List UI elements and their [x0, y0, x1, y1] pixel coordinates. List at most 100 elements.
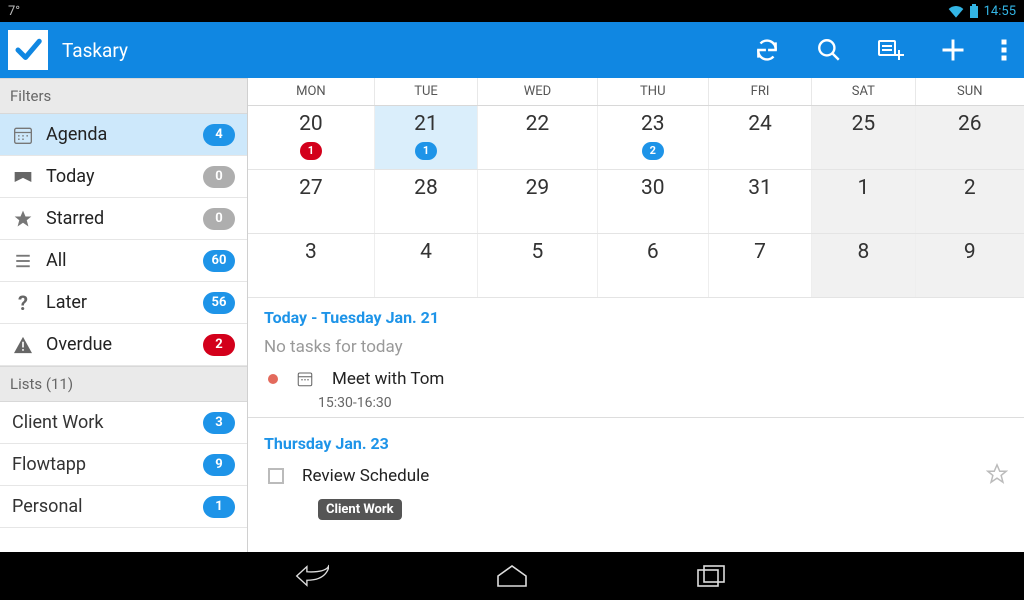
sidebar-filter-agenda[interactable]: Agenda4 — [0, 114, 247, 156]
sidebar-filter-later[interactable]: ?Later56 — [0, 282, 247, 324]
calendar-day-cell[interactable]: 31 — [708, 170, 811, 234]
filter-label: All — [46, 250, 191, 271]
task-tag: Client Work — [318, 499, 402, 520]
sync-button[interactable] — [736, 22, 798, 78]
app-action-bar: Taskary — [0, 22, 1024, 78]
list-count-badge: 3 — [203, 412, 235, 434]
calendar-day-header: FRI — [708, 78, 811, 106]
calendar-day-cell[interactable]: 1 — [812, 170, 915, 234]
back-icon — [295, 563, 329, 589]
calendar-small-icon — [296, 370, 314, 388]
recents-button[interactable] — [682, 556, 742, 596]
calendar-day-header: WED — [478, 78, 598, 106]
sidebar-filter-today[interactable]: Today0 — [0, 156, 247, 198]
day-number: 1 — [812, 176, 914, 200]
overflow-menu-button[interactable] — [984, 22, 1024, 78]
task-time: 15:30-16:30 — [248, 395, 1024, 411]
agenda-section-header: Today - Tuesday Jan. 21 — [248, 298, 1024, 331]
calendar-day-cell[interactable]: 26 — [915, 106, 1024, 170]
day-number: 25 — [812, 112, 914, 136]
day-number: 6 — [598, 240, 708, 264]
filter-count-badge: 60 — [203, 250, 235, 272]
app-logo[interactable] — [0, 22, 56, 78]
calendar-day-cell[interactable]: 28 — [374, 170, 477, 234]
star-icon[interactable] — [986, 463, 1008, 489]
all-icon — [12, 252, 34, 270]
sidebar-filter-starred[interactable]: Starred0 — [0, 198, 247, 240]
day-number: 2 — [916, 176, 1024, 200]
sidebar-list-item[interactable]: Client Work 3 — [0, 402, 247, 444]
day-number: 20 — [248, 112, 374, 136]
day-task-badge: 2 — [642, 142, 664, 160]
plus-icon — [939, 36, 967, 64]
calendar-day-cell[interactable]: 211 — [374, 106, 477, 170]
day-task-badge: 1 — [415, 142, 437, 160]
task-row[interactable]: Meet with Tom — [248, 363, 1024, 395]
calendar-day-cell[interactable]: 24 — [708, 106, 811, 170]
task-row[interactable]: Review Schedule — [248, 457, 1024, 495]
overdue-icon — [12, 336, 34, 354]
back-button[interactable] — [282, 556, 342, 596]
calendar-day-cell[interactable]: 25 — [812, 106, 915, 170]
day-number: 21 — [375, 112, 477, 136]
day-number: 5 — [478, 240, 597, 264]
list-count-badge: 1 — [203, 496, 235, 518]
task-checkbox[interactable] — [268, 468, 284, 484]
filter-count-badge: 0 — [203, 208, 235, 230]
list-add-icon — [877, 37, 905, 63]
day-number: 9 — [916, 240, 1024, 264]
calendar-day-header: THU — [597, 78, 708, 106]
add-button[interactable] — [922, 22, 984, 78]
filter-label: Overdue — [46, 334, 191, 355]
calendar-day-header: MON — [248, 78, 374, 106]
calendar-day-cell[interactable]: 7 — [708, 234, 811, 298]
filter-label: Today — [46, 166, 191, 187]
android-nav-bar — [0, 552, 1024, 600]
calendar-day-cell[interactable]: 30 — [597, 170, 708, 234]
day-number: 7 — [709, 240, 811, 264]
calendar-day-cell[interactable]: 8 — [812, 234, 915, 298]
filter-count-badge: 2 — [203, 334, 235, 356]
sidebar-list-item[interactable]: Personal1 — [0, 486, 247, 528]
main-content: MONTUEWEDTHUFRISATSUN 201211222322425262… — [248, 78, 1024, 552]
filter-label: Agenda — [46, 124, 191, 145]
search-button[interactable] — [798, 22, 860, 78]
sync-icon — [754, 37, 780, 63]
sidebar-list-item[interactable]: Flowtapp9 — [0, 444, 247, 486]
task-title: Review Schedule — [302, 466, 429, 486]
day-number: 30 — [598, 176, 708, 200]
calendar-day-cell[interactable]: 3 — [248, 234, 374, 298]
calendar-day-header: SUN — [915, 78, 1024, 106]
app-title: Taskary — [62, 39, 128, 62]
calendar-day-cell[interactable]: 201 — [248, 106, 374, 170]
new-list-button[interactable] — [860, 22, 922, 78]
calendar-day-cell[interactable]: 5 — [478, 234, 598, 298]
day-number: 31 — [709, 176, 811, 200]
calendar-day-cell[interactable]: 27 — [248, 170, 374, 234]
starred-icon — [12, 209, 34, 229]
later-icon: ? — [12, 291, 34, 315]
calendar-day-cell[interactable]: 232 — [597, 106, 708, 170]
calendar-grid: MONTUEWEDTHUFRISATSUN 201211222322425262… — [248, 78, 1024, 298]
clock: 14:55 — [984, 4, 1016, 19]
list-label: Client Work — [12, 412, 104, 433]
calendar-day-cell[interactable]: 9 — [915, 234, 1024, 298]
calendar-day-cell[interactable]: 2 — [915, 170, 1024, 234]
calendar-day-cell[interactable]: 4 — [374, 234, 477, 298]
day-number: 3 — [248, 240, 374, 264]
sidebar-filter-overdue[interactable]: Overdue 2 — [0, 324, 247, 366]
android-status-bar: 7° 14:55 — [0, 0, 1024, 22]
day-number: 4 — [375, 240, 477, 264]
calendar-day-cell[interactable]: 6 — [597, 234, 708, 298]
home-button[interactable] — [482, 556, 542, 596]
calendar-day-cell[interactable]: 22 — [478, 106, 598, 170]
recents-icon — [697, 565, 727, 587]
agenda-list[interactable]: Today - Tuesday Jan. 21No tasks for toda… — [248, 298, 1024, 552]
day-number: 27 — [248, 176, 374, 200]
battery-icon — [970, 4, 978, 18]
calendar-day-cell[interactable]: 29 — [478, 170, 598, 234]
filter-count-badge: 56 — [203, 292, 235, 314]
agenda-empty-text: No tasks for today — [248, 331, 1024, 363]
day-number: 29 — [478, 176, 597, 200]
sidebar-filter-all[interactable]: All 60 — [0, 240, 247, 282]
